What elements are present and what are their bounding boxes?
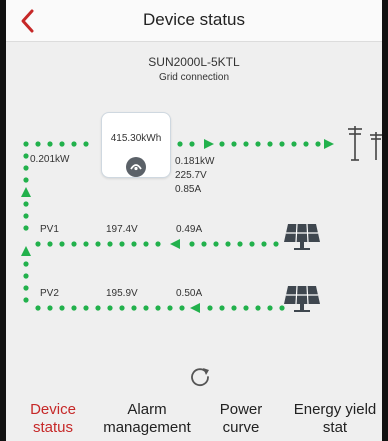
flow-arrow-right-icon: [324, 139, 334, 149]
grid-power: 0.181kW: [175, 156, 215, 167]
tab-power-curve[interactable]: Power curve: [194, 398, 288, 441]
input-power: 0.201kW: [30, 154, 70, 165]
tab-label-line2: stat: [322, 419, 348, 436]
grid-current: 0.85A: [175, 184, 202, 195]
tab-label-line2: curve: [222, 419, 260, 436]
solar-panel-icon: [284, 285, 320, 312]
inverter-box[interactable]: 415.30kWh: [101, 112, 171, 178]
tab-label-line1: Energy yield: [293, 401, 377, 418]
tab-label-line1: Device: [30, 401, 76, 418]
pv2-name: PV2: [40, 288, 59, 299]
tab-alarm-management[interactable]: Alarm management: [100, 398, 194, 441]
pv1-name: PV1: [40, 224, 59, 235]
flow-arrow-left-icon: [170, 239, 180, 249]
tab-label-line1: Power: [219, 401, 263, 418]
refresh-icon: [191, 368, 209, 387]
tab-label-line1: Alarm: [127, 401, 167, 418]
inverter-logo-icon: [126, 157, 146, 177]
inverter-energy: 415.30kWh: [110, 133, 162, 144]
grid-voltage: 225.7V: [175, 170, 207, 181]
flow-arrow-right-icon: [204, 139, 214, 149]
tab-energy-yield-stat[interactable]: Energy yield stat: [288, 398, 382, 441]
power-tower-icon: [348, 126, 382, 161]
pv1-voltage: 197.4V: [106, 224, 138, 235]
bottom-tab-bar: Device status Alarm management Power cur…: [6, 398, 382, 441]
flow-arrow-up-icon: [21, 246, 31, 256]
tab-label-line2: status: [32, 419, 74, 436]
pv2-current: 0.50A: [176, 288, 203, 299]
pv1-current: 0.49A: [176, 224, 203, 235]
tab-label-line2: management: [103, 419, 191, 436]
flow-arrow-up-icon: [21, 187, 31, 197]
flow-arrow-left-icon: [190, 303, 200, 313]
tab-device-status[interactable]: Device status: [6, 398, 100, 441]
pv2-voltage: 195.9V: [106, 288, 138, 299]
refresh-button[interactable]: [187, 364, 213, 390]
flow-dots: [23, 141, 321, 311]
solar-panel-icon: [284, 223, 320, 250]
